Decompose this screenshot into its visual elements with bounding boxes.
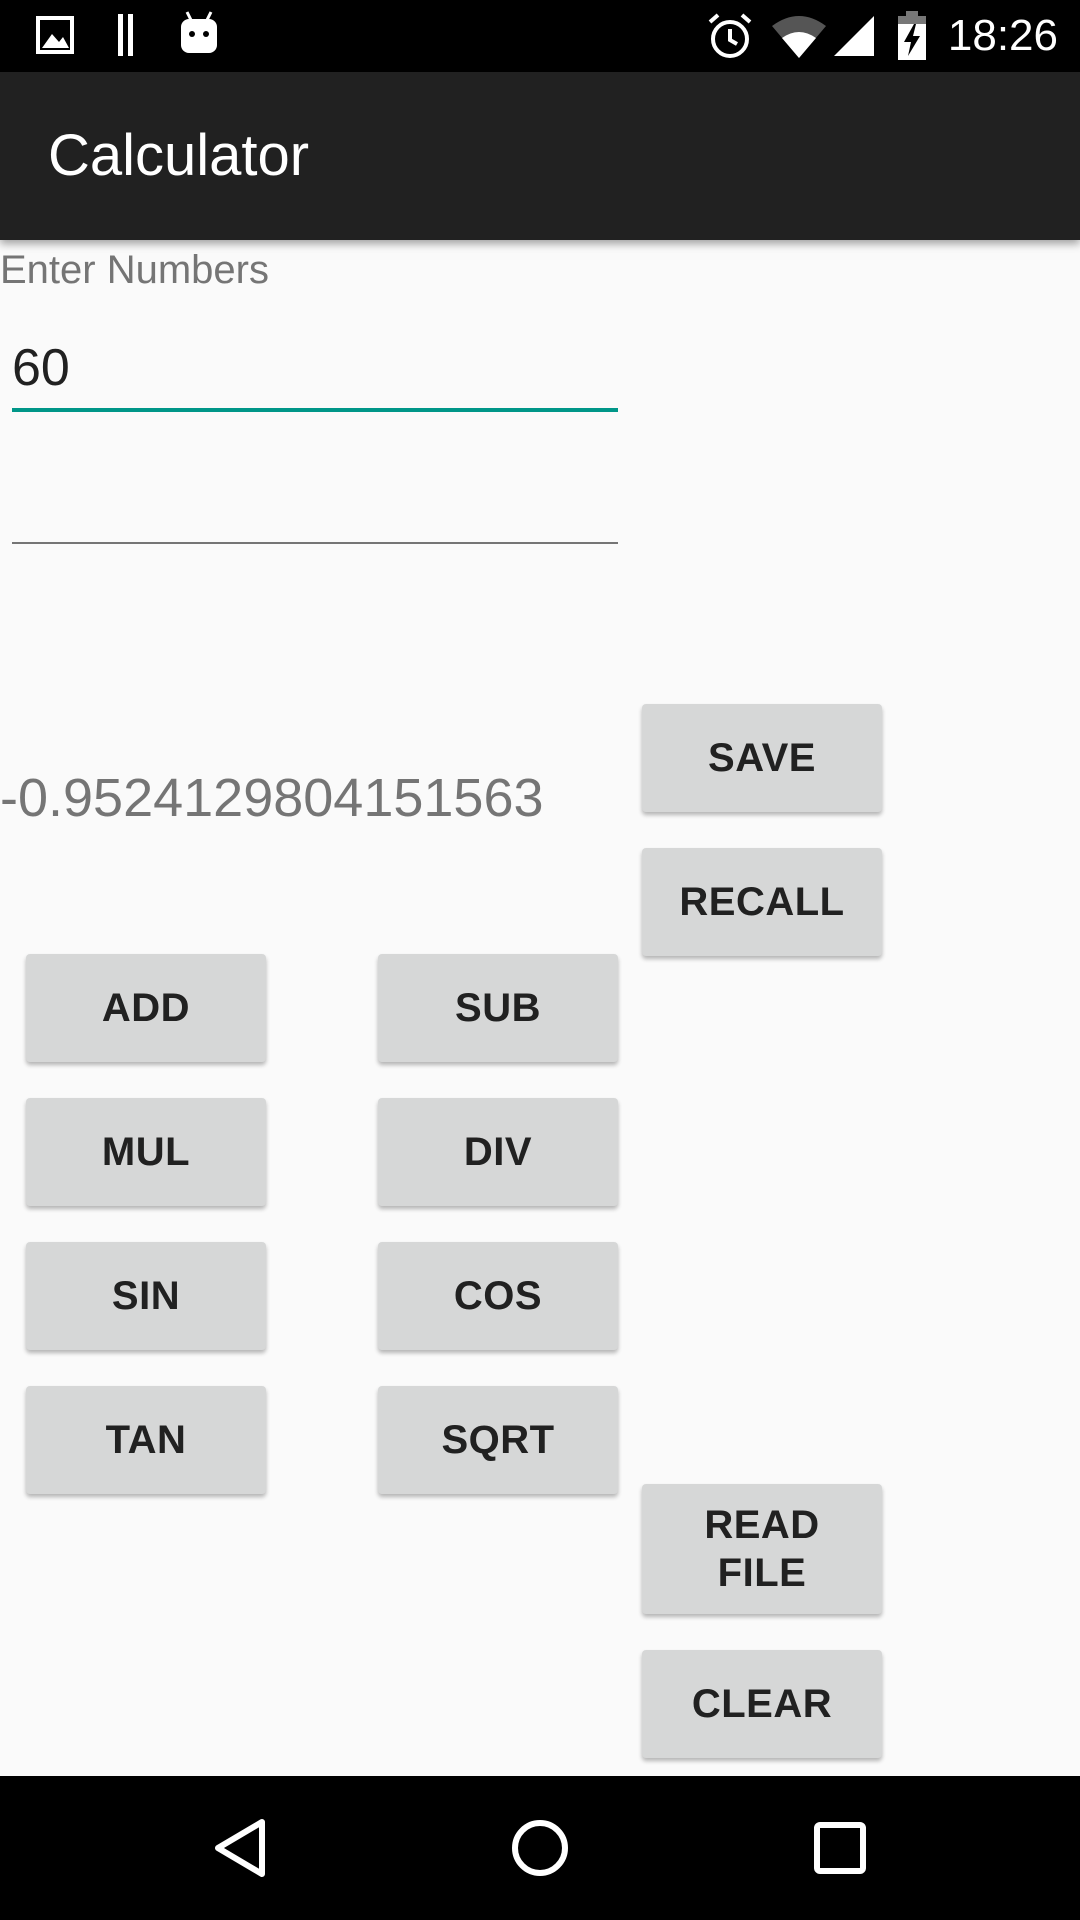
sqrt-button[interactable]: SQRT [378,1386,618,1494]
status-time: 18:26 [947,11,1058,60]
battery-charging-icon [898,11,926,60]
tan-button-label: TAN [105,1418,187,1462]
android-icon [181,11,217,53]
clear-button[interactable]: CLEAR [642,1650,882,1758]
pause-bars-icon [118,14,133,56]
save-button-label: SAVE [708,736,816,780]
signal-icon [834,16,874,56]
cos-button[interactable]: COS [378,1242,618,1350]
add-button-label: ADD [101,986,191,1030]
div-button[interactable]: DIV [378,1098,618,1206]
app-bar: Calculator [0,72,1080,240]
result-display: -0.9524129804151563 [0,768,544,828]
status-bar: 18:26 [0,0,1080,72]
calculator-screen: 18:26 Calculator Enter Numbers -0.952412… [0,0,1080,1920]
add-button[interactable]: ADD [26,954,266,1062]
cos-button-label: COS [453,1274,543,1318]
sub-button[interactable]: SUB [378,954,618,1062]
clear-button-label: CLEAR [691,1682,833,1726]
back-icon[interactable] [192,1804,288,1892]
mul-button[interactable]: MUL [26,1098,266,1206]
sub-button-label: SUB [455,986,541,1030]
alarm-icon [708,13,752,58]
div-button-label: DIV [463,1130,533,1174]
read-file-button-label: READ FILE [704,1503,820,1595]
second-number-input[interactable] [12,462,618,544]
recall-button-label: RECALL [679,880,845,924]
recall-button[interactable]: RECALL [642,848,882,956]
image-icon [36,16,74,54]
save-button[interactable]: SAVE [642,704,882,812]
first-number-input[interactable] [12,328,618,412]
app-title: Calculator [48,123,310,188]
read-file-button[interactable]: READ FILE [642,1484,882,1614]
sqrt-button-label: SQRT [441,1418,555,1462]
enter-numbers-label: Enter Numbers [0,248,269,292]
navigation-bar [0,1776,1080,1920]
mul-button-label: MUL [101,1130,191,1174]
sin-button-label: SIN [111,1274,181,1318]
tan-button[interactable]: TAN [26,1386,266,1494]
recents-icon[interactable] [792,1804,888,1892]
sin-button[interactable]: SIN [26,1242,266,1350]
home-icon[interactable] [492,1804,588,1892]
wifi-icon [772,16,826,58]
